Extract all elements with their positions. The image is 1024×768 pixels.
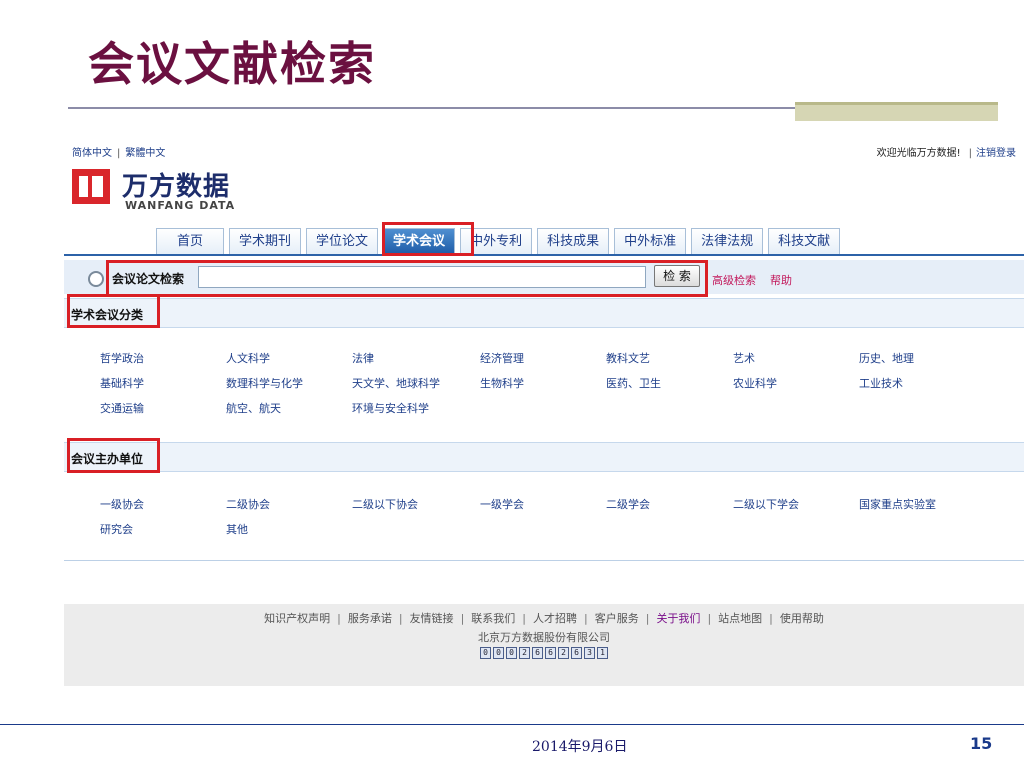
lang-traditional-link[interactable]: 繁體中文 <box>125 148 165 159</box>
organizer-link[interactable]: 二级以下协会 <box>352 496 418 512</box>
nav-underline <box>64 254 1024 256</box>
category-link[interactable]: 工业技术 <box>859 375 903 391</box>
footer-links: 知识产权声明 | 服务承诺 | 友情链接 | 联系我们 | 人才招聘 | 客户服务 | 关于我们 | 站点地… <box>264 612 824 625</box>
category-link[interactable]: 航空、航天 <box>226 400 281 416</box>
footer-link-friends[interactable]: 友情链接 <box>410 612 454 625</box>
tab-theses[interactable]: 学位论文 <box>306 228 379 255</box>
organizer-link[interactable]: 国家重点实验室 <box>859 496 936 512</box>
organizer-link[interactable]: 一级协会 <box>100 496 144 512</box>
counter-digit: 6 <box>545 647 556 659</box>
category-link[interactable]: 历史、地理 <box>859 350 914 366</box>
category-link[interactable]: 交通运输 <box>100 400 144 416</box>
logo-mark-icon <box>72 169 110 204</box>
category-link[interactable]: 环境与安全科学 <box>352 400 429 416</box>
visit-counter: 0 0 0 2 6 6 2 6 3 1 <box>480 647 608 659</box>
magnifier-icon <box>88 271 104 287</box>
organizer-link[interactable]: 其他 <box>226 521 248 537</box>
advanced-search-link[interactable]: 高级检索 <box>712 272 756 288</box>
counter-digit: 6 <box>571 647 582 659</box>
logo-chinese-text: 万方数据 <box>122 172 231 202</box>
category-link[interactable]: 法律 <box>352 350 374 366</box>
footer-link-about[interactable]: 关于我们 <box>656 612 700 625</box>
category-link[interactable]: 生物科学 <box>480 375 524 391</box>
footer-link-service[interactable]: 服务承诺 <box>348 612 392 625</box>
footer-link-sitemap[interactable]: 站点地图 <box>718 612 762 625</box>
footer-link-jobs[interactable]: 人才招聘 <box>533 612 577 625</box>
lang-simplified-link[interactable]: 简体中文 <box>72 148 112 159</box>
highlight-box-search <box>106 260 708 297</box>
counter-digit: 1 <box>597 647 608 659</box>
wanfang-logo[interactable]: 万方数据 WANFANG DATA <box>72 166 252 212</box>
category-link[interactable]: 哲学政治 <box>100 350 144 366</box>
footer-divider <box>0 724 1024 725</box>
footer-link-ip[interactable]: 知识产权声明 <box>264 612 330 625</box>
welcome-area: 欢迎光临万方数据! | 注销登录 <box>876 148 1016 159</box>
category-link[interactable]: 教科文艺 <box>606 350 650 366</box>
organizer-link[interactable]: 二级以下学会 <box>733 496 799 512</box>
category-link[interactable]: 经济管理 <box>480 350 524 366</box>
tab-laws[interactable]: 法律法规 <box>691 228 764 255</box>
category-link[interactable]: 数理科学与化学 <box>226 375 303 391</box>
site-footer: 知识产权声明 | 服务承诺 | 友情链接 | 联系我们 | 人才招聘 | 客户服务 | 关于我们 | 站点地… <box>64 604 1024 686</box>
tab-standards[interactable]: 中外标准 <box>614 228 687 255</box>
organizers-header: 会议主办单位 <box>64 442 1024 472</box>
tab-sci-literature[interactable]: 科技文献 <box>768 228 841 255</box>
highlight-box-conference-tab <box>382 222 474 256</box>
organizer-link[interactable]: 二级学会 <box>606 496 650 512</box>
counter-digit: 3 <box>584 647 595 659</box>
footer-company: 北京万方数据股份有限公司 <box>478 631 610 644</box>
tab-achievements[interactable]: 科技成果 <box>537 228 610 255</box>
counter-digit: 0 <box>493 647 504 659</box>
counter-digit: 0 <box>506 647 517 659</box>
counter-digit: 0 <box>480 647 491 659</box>
organizer-link[interactable]: 一级学会 <box>480 496 524 512</box>
main-nav: 首页 学术期刊 学位论文 学术会议 中外专利 科技成果 中外标准 法律法规 科技… <box>156 226 841 255</box>
footer-link-customer[interactable]: 客户服务 <box>595 612 639 625</box>
category-link[interactable]: 基础科学 <box>100 375 144 391</box>
slide-date: 2014年9月6日 <box>532 739 628 755</box>
counter-digit: 2 <box>558 647 569 659</box>
website-screenshot: 简体中文 | 繁體中文 欢迎光临万方数据! | 注销登录 万方数据 WANFANG DA… <box>64 138 1024 686</box>
category-link[interactable]: 人文科学 <box>226 350 270 366</box>
category-link[interactable]: 天文学、地球科学 <box>352 375 440 391</box>
organizer-link[interactable]: 二级协会 <box>226 496 270 512</box>
tab-journals[interactable]: 学术期刊 <box>229 228 302 255</box>
decorative-bar <box>795 102 998 121</box>
slide-page-number: 15 <box>970 734 993 753</box>
help-link[interactable]: 帮助 <box>770 272 792 288</box>
organizer-link[interactable]: 研究会 <box>100 521 133 537</box>
counter-digit: 2 <box>519 647 530 659</box>
footer-link-help[interactable]: 使用帮助 <box>780 612 824 625</box>
category-link[interactable]: 医药、卫生 <box>606 375 661 391</box>
language-switch: 简体中文 | 繁體中文 <box>72 148 166 159</box>
logout-link[interactable]: 注销登录 <box>976 148 1016 159</box>
logo-english-text: WANFANG DATA <box>125 199 236 212</box>
category-link[interactable]: 艺术 <box>733 350 755 366</box>
tab-home[interactable]: 首页 <box>156 228 225 255</box>
highlight-box-categories <box>67 294 160 328</box>
counter-digit: 6 <box>532 647 543 659</box>
category-link[interactable]: 农业科学 <box>733 375 777 391</box>
highlight-box-organizers <box>67 438 160 473</box>
footer-link-contact[interactable]: 联系我们 <box>471 612 515 625</box>
slide-title: 会议文献检索 <box>88 37 376 91</box>
welcome-text: 欢迎光临万方数据! <box>876 148 961 159</box>
categories-header: 学术会议分类 <box>64 298 1024 328</box>
content-divider <box>64 560 1024 561</box>
